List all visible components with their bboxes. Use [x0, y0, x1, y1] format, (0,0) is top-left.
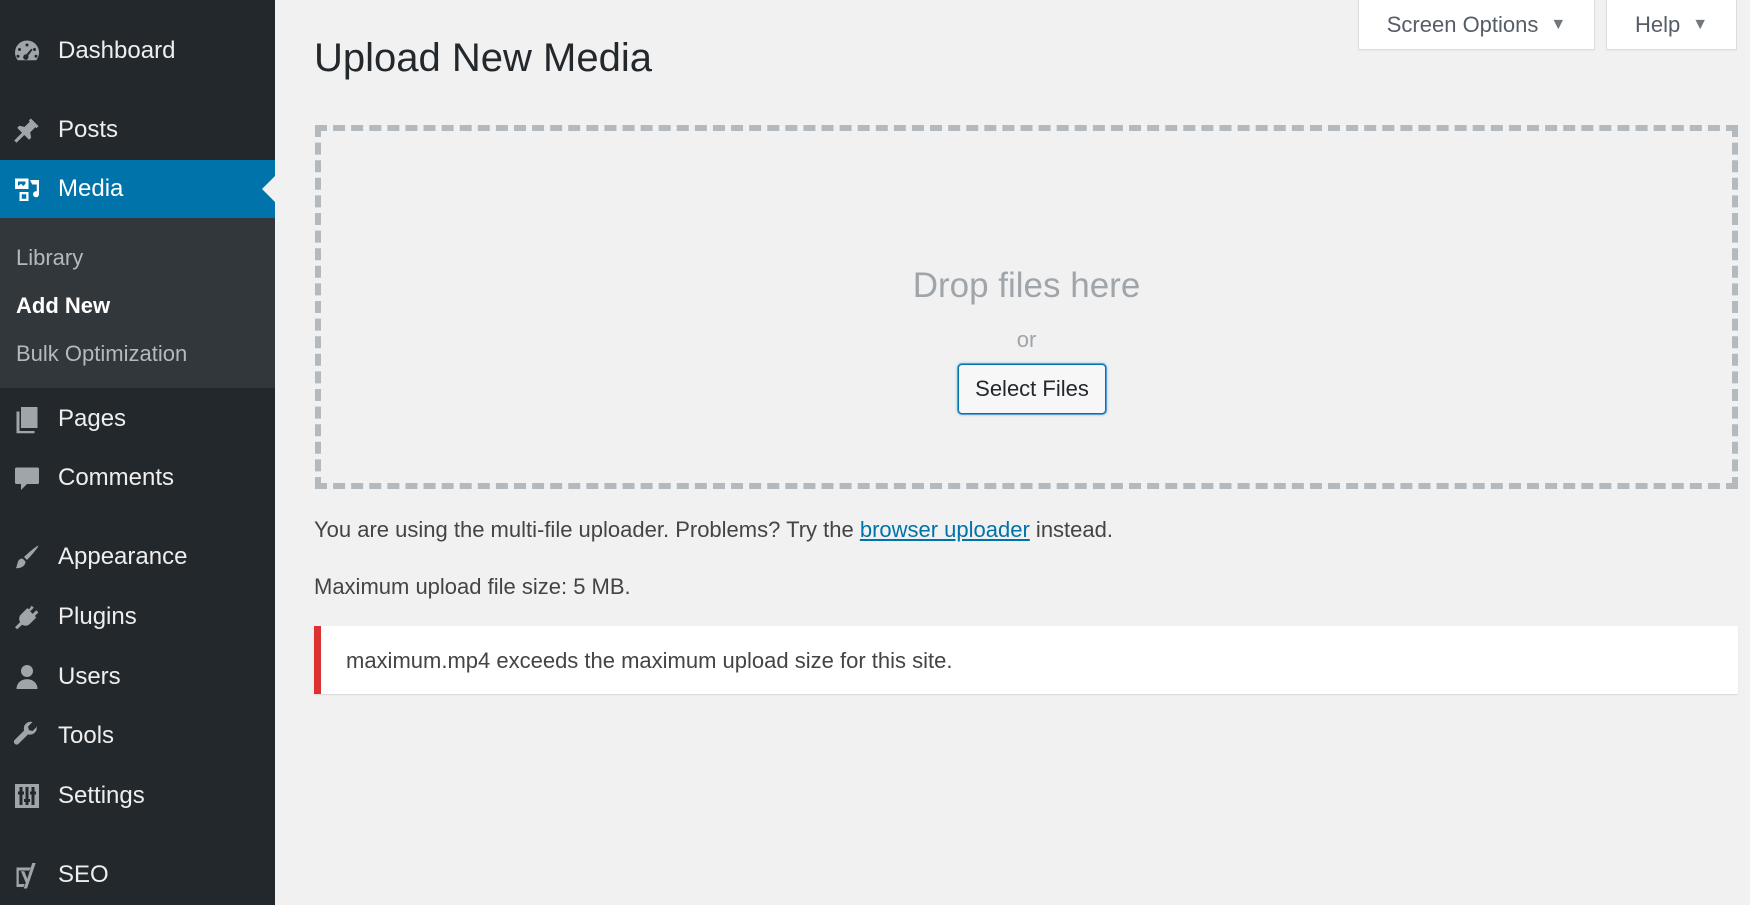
menu-label: Media [58, 175, 124, 202]
menu-item-posts[interactable]: Posts [0, 105, 275, 155]
caret-down-icon: ▼ [1692, 15, 1709, 33]
uploader-notice: You are using the multi-file uploader. P… [314, 517, 1113, 543]
drop-files-text: Drop files here [912, 266, 1141, 305]
media-submenu: Library Add New Bulk Optimization [0, 218, 275, 388]
comment-bubble-icon [12, 463, 42, 493]
user-icon [12, 662, 42, 692]
menu-label: Dashboard [58, 37, 176, 64]
menu-item-settings[interactable]: Settings [0, 771, 275, 821]
menu-label: Appearance [58, 543, 188, 570]
menu-item-plugins[interactable]: Plugins [0, 592, 275, 642]
submenu-item-bulk-optimization[interactable]: Bulk Optimization [16, 341, 187, 367]
yoast-seo-icon [12, 860, 42, 890]
menu-label: SEO [58, 861, 109, 888]
submenu-item-library[interactable]: Library [16, 245, 83, 271]
menu-label: Users [58, 663, 121, 690]
dashboard-icon [12, 36, 42, 66]
menu-label: Plugins [58, 603, 137, 630]
paintbrush-icon [12, 542, 42, 572]
menu-item-pages[interactable]: Pages [0, 394, 275, 444]
screen-options-button[interactable]: Screen Options ▼ [1358, 0, 1595, 50]
caret-down-icon: ▼ [1550, 15, 1567, 33]
plug-icon [12, 602, 42, 632]
menu-label: Posts [58, 116, 119, 143]
admin-sidebar: Dashboard Posts Media Library Add New Bu… [0, 0, 275, 905]
menu-item-appearance[interactable]: Appearance [0, 532, 275, 582]
menu-item-tools[interactable]: Tools [0, 711, 275, 761]
pages-icon [12, 404, 42, 434]
upload-error-notice: maximum.mp4 exceeds the maximum upload s… [314, 626, 1738, 694]
wrench-icon [12, 721, 42, 751]
uploader-text-before: You are using the multi-file uploader. P… [314, 517, 860, 542]
browser-uploader-link[interactable]: browser uploader [860, 517, 1030, 542]
menu-label: Settings [58, 782, 145, 809]
submenu-item-add-new[interactable]: Add New [16, 293, 110, 319]
page-title: Upload New Media [314, 36, 652, 80]
menu-label: Pages [58, 405, 127, 432]
menu-item-media[interactable]: Media [0, 160, 275, 218]
pushpin-icon [12, 115, 42, 145]
help-label: Help [1634, 11, 1681, 37]
menu-label: Comments [58, 464, 175, 491]
drop-zone[interactable]: Drop files here or Select Files [315, 125, 1738, 489]
uploader-text-after: instead. [1029, 517, 1113, 542]
menu-item-seo[interactable]: SEO [0, 850, 275, 900]
media-icon [12, 174, 42, 204]
max-upload-size: Maximum upload file size: 5 MB. [314, 574, 631, 599]
menu-item-dashboard[interactable]: Dashboard [0, 26, 275, 76]
menu-item-comments[interactable]: Comments [0, 453, 275, 503]
menu-item-users[interactable]: Users [0, 652, 275, 702]
help-button[interactable]: Help ▼ [1606, 0, 1737, 50]
sliders-icon [12, 781, 42, 811]
upload-error-text: maximum.mp4 exceeds the maximum upload s… [346, 648, 953, 673]
menu-label: Tools [58, 722, 115, 749]
select-files-button[interactable]: Select Files [958, 364, 1106, 414]
screen-options-label: Screen Options [1386, 11, 1539, 37]
or-text: or [1016, 327, 1037, 352]
